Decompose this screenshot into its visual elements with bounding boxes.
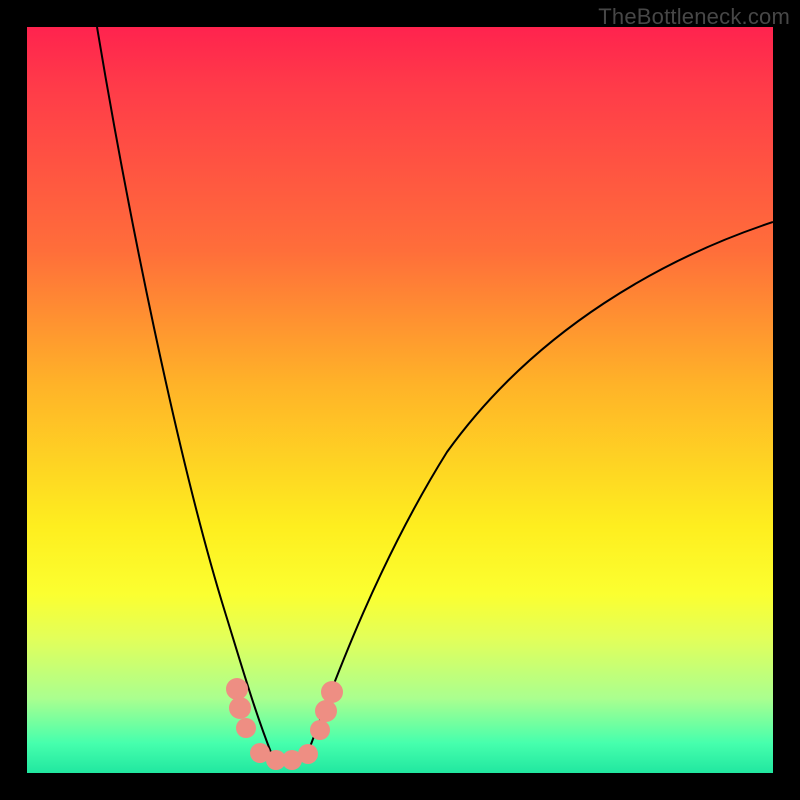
curve-left-branch	[97, 27, 272, 755]
curve-right-branch	[307, 222, 773, 755]
bead-icon	[315, 700, 337, 722]
watermark-label: TheBottleneck.com	[598, 4, 790, 30]
plot-area	[27, 27, 773, 773]
bead-icon	[236, 718, 256, 738]
bead-icon	[310, 720, 330, 740]
bead-icon	[321, 681, 343, 703]
curve-layer	[27, 27, 773, 773]
chart-frame: TheBottleneck.com	[0, 0, 800, 800]
bead-icon	[298, 744, 318, 764]
bead-icon	[226, 678, 248, 700]
bead-icon	[229, 697, 251, 719]
